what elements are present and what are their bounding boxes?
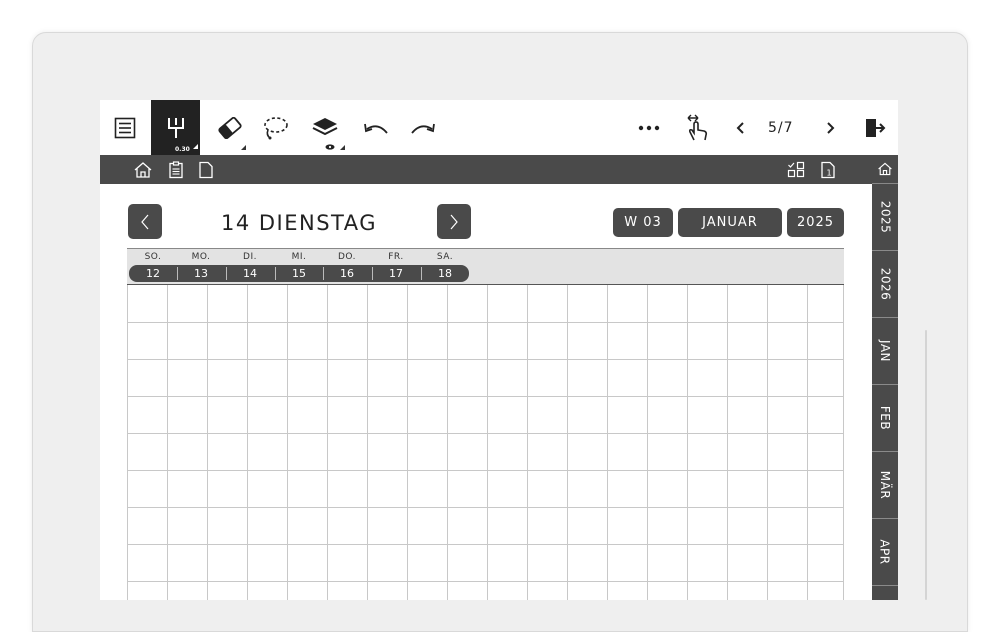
day-link-12[interactable]: 12 [129, 265, 177, 282]
writing-grid[interactable] [127, 284, 844, 600]
day-link-18[interactable]: 18 [421, 265, 469, 282]
prev-day-button[interactable] [128, 204, 162, 239]
undo-icon [364, 123, 388, 134]
month-chip[interactable]: JANUAR [678, 208, 782, 237]
clipboard-icon[interactable] [166, 160, 186, 180]
lasso-button[interactable] [255, 100, 295, 155]
tab-jan[interactable]: JAN [872, 318, 898, 385]
layers-icon [312, 117, 338, 135]
weekday-label: MO. [191, 252, 211, 262]
home-icon [878, 162, 892, 176]
weekday-label: SA. [436, 252, 454, 262]
svg-text:1: 1 [827, 169, 832, 178]
next-day-button[interactable] [437, 204, 471, 239]
weekday-number-bar: 12 13 14 15 16 17 18 [129, 265, 469, 282]
menu-list-icon[interactable] [108, 100, 142, 155]
day-link-17[interactable]: 17 [372, 265, 420, 282]
day-link-14[interactable]: 14 [226, 265, 274, 282]
weekday-label: SO. [144, 252, 162, 262]
grid-lines [127, 285, 844, 600]
exit-button[interactable] [859, 100, 891, 155]
pen-icon [167, 117, 184, 138]
pen-button[interactable]: 0.30 [151, 100, 200, 155]
side-home-button[interactable] [872, 155, 898, 184]
undo-button[interactable] [358, 100, 394, 155]
day-link-13[interactable]: 13 [177, 265, 225, 282]
more-icon [638, 125, 660, 130]
scrollbar[interactable] [925, 330, 927, 600]
chevron-right-icon [450, 214, 458, 229]
toolbar: 0.30 5/7 [100, 100, 898, 155]
page-number-icon[interactable]: 1 [818, 160, 838, 180]
redo-icon [411, 123, 435, 134]
swipe-gesture-button[interactable] [682, 100, 714, 155]
week-chip[interactable]: W 03 [613, 208, 673, 237]
day-link-16[interactable]: 16 [323, 265, 371, 282]
pen-size-label: 0.30 [175, 146, 190, 153]
next-page-icon [827, 121, 835, 134]
weekday-label: DO. [337, 252, 356, 262]
tab-2026[interactable]: 2026 [872, 251, 898, 318]
swipe-gesture-icon [687, 114, 708, 140]
layers-button[interactable] [303, 100, 347, 155]
day-title: 14 DIENSTAG [220, 211, 378, 235]
tab-2025[interactable]: 2025 [872, 184, 898, 251]
more-button[interactable] [633, 100, 665, 155]
redo-button[interactable] [405, 100, 441, 155]
week-strip: SO. MO. DI. MI. DO. FR. SA. 12 13 14 15 … [127, 248, 844, 284]
visibility-icon [325, 144, 335, 150]
weekday-label: FR. [388, 252, 404, 262]
chevron-left-icon [141, 214, 149, 229]
navigation-bar: 1 [100, 155, 872, 184]
tab-feb[interactable]: FEB [872, 385, 898, 452]
page-counter: 5/7 [768, 120, 794, 136]
screen: 0.30 5/7 1 2025 2026 JAN FEB MÄR APR 14 … [100, 100, 898, 600]
layers-options-indicator [340, 145, 345, 150]
side-tabs: 2025 2026 JAN FEB MÄR APR [872, 155, 898, 600]
exit-icon [866, 118, 886, 137]
eraser-options-indicator [241, 145, 246, 150]
prev-page-button[interactable] [730, 100, 752, 155]
eraser-button[interactable] [210, 100, 250, 155]
page-icon[interactable] [196, 160, 216, 180]
home-icon[interactable] [133, 160, 153, 180]
layout-grid-icon[interactable] [786, 160, 806, 180]
pen-options-indicator [193, 144, 198, 149]
year-chip[interactable]: 2025 [787, 208, 844, 237]
day-link-15[interactable]: 15 [275, 265, 323, 282]
next-page-button[interactable] [819, 100, 841, 155]
weekday-label: DI. [243, 252, 257, 262]
tab-apr[interactable]: APR [872, 519, 898, 586]
weekday-label: MI. [291, 252, 307, 262]
prev-page-icon [736, 121, 744, 134]
tab-maer[interactable]: MÄR [872, 452, 898, 519]
eraser-icon [218, 116, 242, 139]
lasso-icon [264, 116, 288, 139]
